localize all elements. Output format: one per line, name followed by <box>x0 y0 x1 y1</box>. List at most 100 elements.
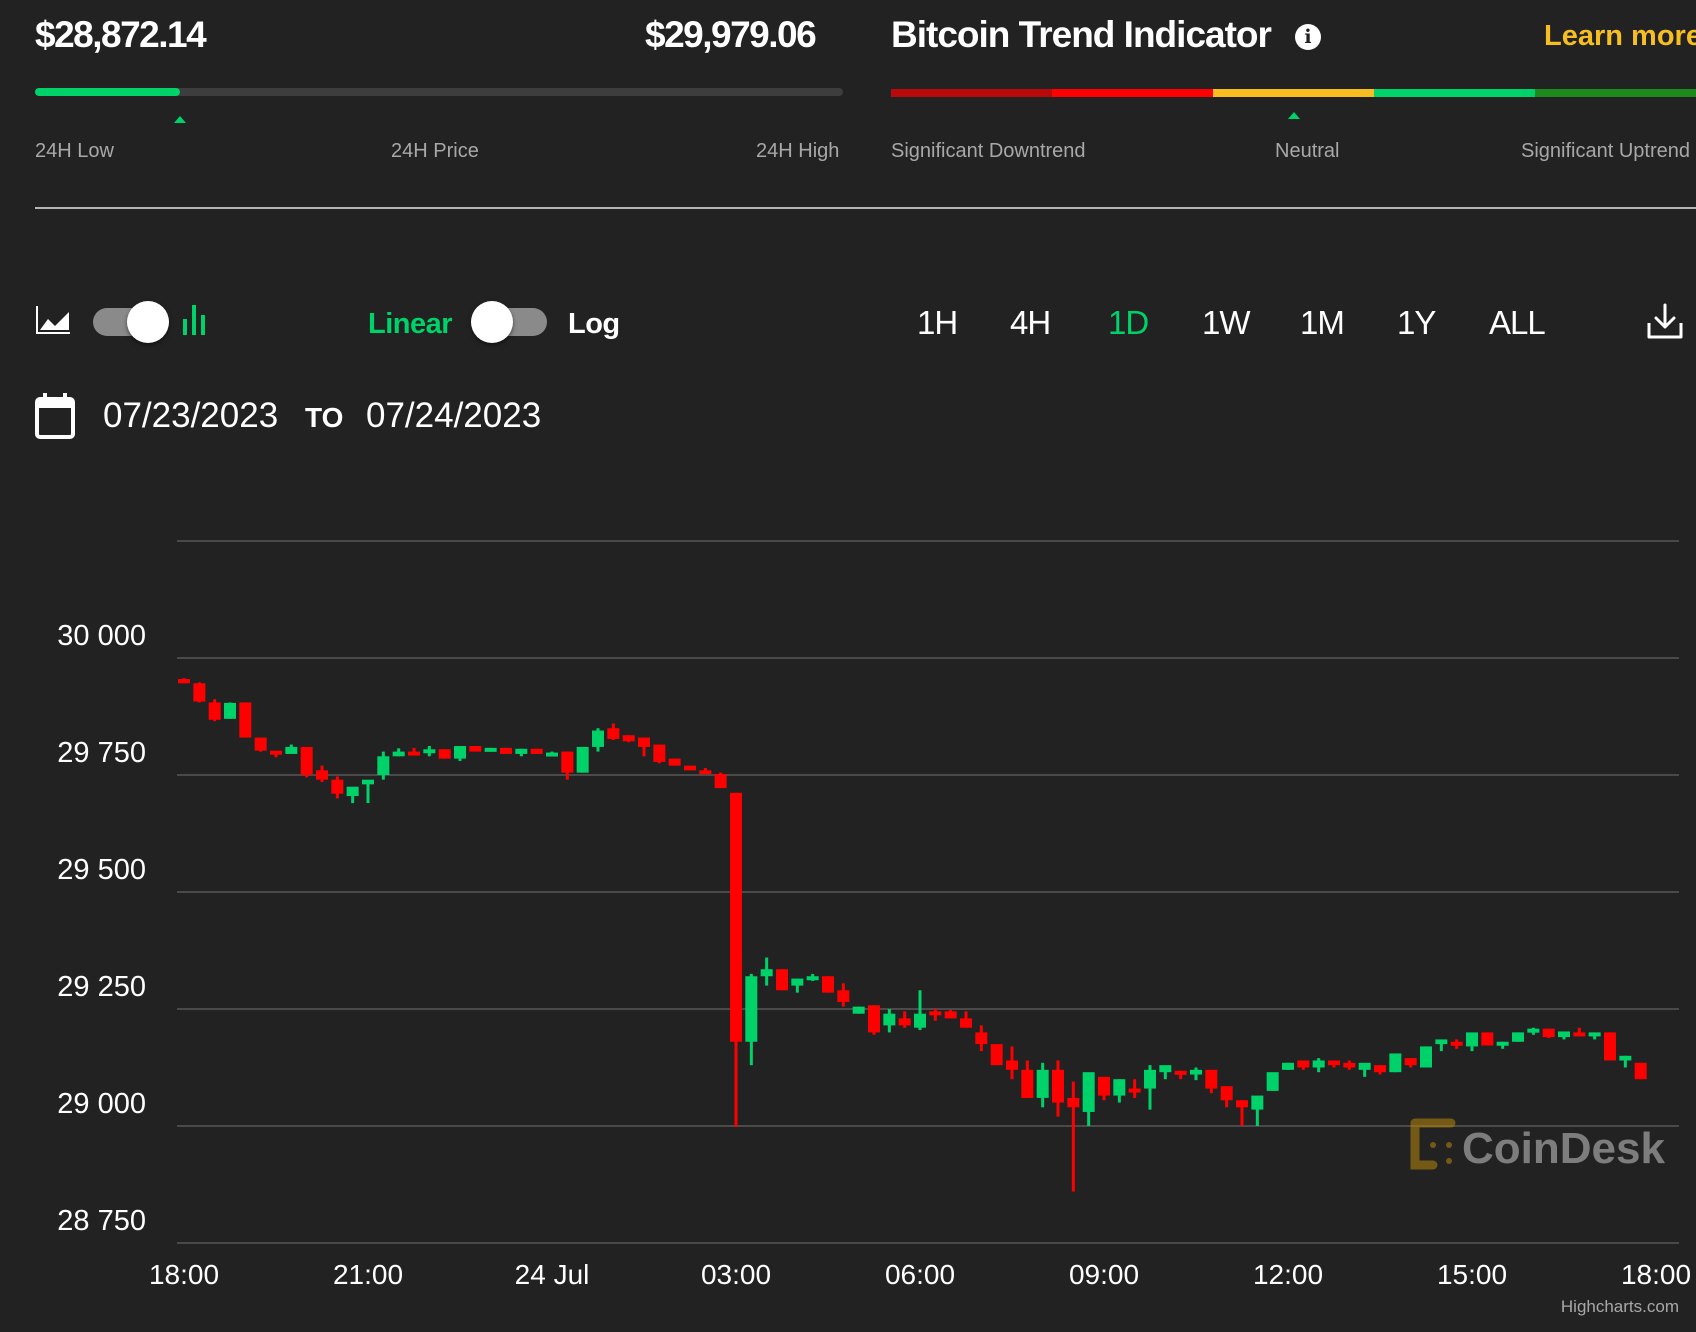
candle[interactable] <box>454 745 466 761</box>
candle[interactable] <box>1082 1072 1095 1126</box>
candle[interactable] <box>745 973 758 1066</box>
candle[interactable] <box>346 786 359 804</box>
candle[interactable] <box>1588 1032 1601 1040</box>
candle[interactable] <box>1604 1032 1616 1061</box>
candle[interactable] <box>1358 1062 1371 1077</box>
candle[interactable] <box>362 779 374 804</box>
candle[interactable] <box>791 978 804 993</box>
candle[interactable] <box>1236 1100 1248 1126</box>
candle[interactable] <box>592 728 604 752</box>
candle[interactable] <box>1113 1079 1126 1103</box>
candle[interactable] <box>868 1005 880 1035</box>
candle[interactable] <box>960 1011 972 1028</box>
candle[interactable] <box>668 758 681 766</box>
candle[interactable] <box>392 748 405 757</box>
candle[interactable] <box>1297 1060 1310 1070</box>
candle[interactable] <box>822 976 834 993</box>
candle[interactable] <box>684 765 696 771</box>
candle[interactable] <box>975 1025 988 1052</box>
candle[interactable] <box>1190 1067 1202 1081</box>
candle[interactable] <box>484 747 497 752</box>
candle[interactable] <box>1542 1028 1555 1039</box>
candle[interactable] <box>331 776 344 799</box>
candle[interactable] <box>576 746 589 773</box>
candle[interactable] <box>530 748 543 754</box>
candle[interactable] <box>1374 1065 1386 1075</box>
candle[interactable] <box>1266 1072 1279 1091</box>
candle[interactable] <box>178 678 190 684</box>
candle[interactable] <box>1450 1039 1463 1049</box>
candle[interactable] <box>760 957 773 986</box>
candle[interactable] <box>1052 1060 1064 1117</box>
candle[interactable] <box>607 723 620 740</box>
candle[interactable] <box>423 745 436 757</box>
candle[interactable] <box>500 747 512 754</box>
candle[interactable] <box>990 1044 1003 1066</box>
candle[interactable] <box>300 746 313 778</box>
candle[interactable] <box>1558 1031 1570 1040</box>
candle[interactable] <box>638 737 650 757</box>
candle[interactable] <box>1435 1039 1448 1052</box>
candle[interactable] <box>1481 1032 1494 1046</box>
candle[interactable] <box>469 745 482 752</box>
candle[interactable] <box>714 772 727 789</box>
candle[interactable] <box>1036 1062 1049 1108</box>
candlestick-chart[interactable]: 28 750 29 000 29 250 29 500 29 750 30 000 18:… <box>0 0 1696 1332</box>
candle[interactable] <box>852 1006 865 1014</box>
candle[interactable] <box>1098 1076 1110 1101</box>
candle[interactable] <box>1067 1081 1080 1192</box>
candle[interactable] <box>1159 1065 1172 1080</box>
candle[interactable] <box>1128 1079 1141 1098</box>
candle[interactable] <box>622 735 635 743</box>
candle[interactable] <box>1634 1062 1647 1080</box>
candle[interactable] <box>438 749 451 759</box>
candle[interactable] <box>730 792 742 1127</box>
candle[interactable] <box>1404 1058 1417 1068</box>
candle[interactable] <box>1282 1062 1294 1070</box>
candle-body <box>454 745 466 759</box>
candle[interactable] <box>254 737 267 752</box>
candle[interactable] <box>929 1009 942 1021</box>
candle[interactable] <box>193 682 206 703</box>
highcharts-credit[interactable]: Highcharts.com <box>1561 1297 1679 1316</box>
candle[interactable] <box>1144 1065 1156 1110</box>
candle[interactable] <box>883 1009 896 1033</box>
candle-body <box>1128 1088 1141 1093</box>
candle[interactable] <box>1573 1027 1586 1037</box>
candle[interactable] <box>1006 1046 1018 1080</box>
candle[interactable] <box>316 765 328 783</box>
candle[interactable] <box>1251 1095 1264 1126</box>
candle[interactable] <box>285 744 298 754</box>
candle[interactable] <box>806 973 819 981</box>
candle[interactable] <box>1205 1069 1218 1094</box>
candle[interactable] <box>1220 1086 1233 1108</box>
candle[interactable] <box>224 702 236 719</box>
candle[interactable] <box>776 969 788 991</box>
candle[interactable] <box>408 747 420 756</box>
candle[interactable] <box>270 750 282 758</box>
candle[interactable] <box>1389 1053 1402 1073</box>
candle[interactable] <box>1619 1055 1632 1068</box>
candle[interactable] <box>837 983 850 1007</box>
candle[interactable] <box>546 751 558 757</box>
candle[interactable] <box>1021 1060 1034 1098</box>
candle[interactable] <box>1328 1060 1340 1068</box>
candle[interactable] <box>1527 1027 1540 1035</box>
coindesk-watermark: CoinDesk <box>1410 1118 1665 1173</box>
candle[interactable] <box>699 767 712 775</box>
candle[interactable] <box>898 1011 911 1028</box>
candle-body <box>883 1013 896 1026</box>
candle[interactable] <box>1420 1046 1432 1068</box>
candle[interactable] <box>944 1009 957 1019</box>
candle[interactable] <box>653 744 666 764</box>
candle[interactable] <box>515 748 528 757</box>
candle[interactable] <box>239 702 252 738</box>
candle[interactable] <box>1512 1032 1524 1042</box>
candle[interactable] <box>1174 1070 1187 1080</box>
candle[interactable] <box>1312 1058 1325 1073</box>
candle[interactable] <box>1343 1060 1356 1070</box>
candle[interactable] <box>1466 1032 1478 1052</box>
candle[interactable] <box>914 990 926 1031</box>
candle[interactable] <box>1496 1041 1509 1049</box>
candle[interactable] <box>208 699 221 722</box>
